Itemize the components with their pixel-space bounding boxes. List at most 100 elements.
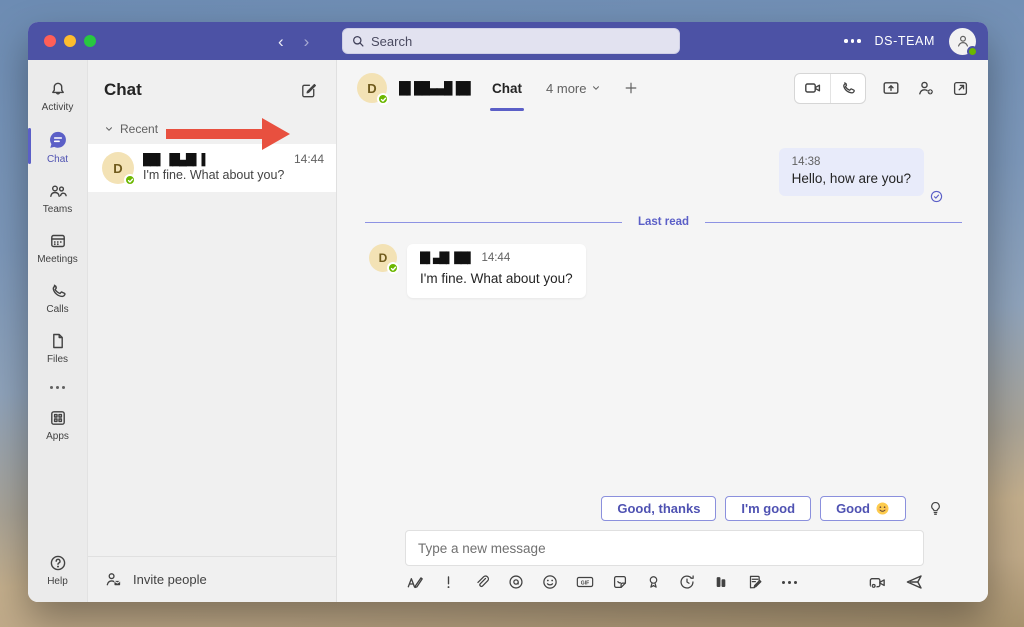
teams-window: ‹ › Search DS-TEAM Activity Chat — [28, 22, 988, 602]
chat-icon — [47, 129, 69, 151]
chat-item-preview: I'm fine. What about you? — [143, 168, 284, 182]
loop-component-button[interactable] — [507, 573, 525, 591]
suggested-reply-button[interactable]: Good — [820, 496, 906, 521]
approvals-button[interactable] — [746, 573, 764, 591]
message-avatar: D — [369, 244, 397, 272]
giphy-button[interactable]: GIF — [575, 573, 595, 591]
chat-item-name: ██▌ ▐█▄█▌ ▌ — [143, 154, 208, 166]
sticker-button[interactable] — [611, 573, 629, 591]
chat-list-item[interactable]: D ██▌ ▐█▄█▌ ▌ 14:44 I'm fine. What about… — [88, 144, 336, 192]
svg-text:GIF: GIF — [581, 581, 589, 587]
chat-list-panel: Chat Recent D ██▌ ▐█▄█▌ ▌ — [88, 60, 337, 602]
invite-people-button[interactable]: Invite people — [88, 556, 336, 602]
message-history: 14:38 Hello, how are you? Last read D — [337, 116, 988, 496]
schedule-send-button[interactable] — [678, 573, 696, 591]
suggested-reply-button[interactable]: Good, thanks — [601, 496, 716, 521]
file-icon — [48, 331, 68, 351]
send-icon — [904, 572, 924, 592]
praise-button[interactable] — [645, 573, 662, 591]
new-chat-button[interactable] — [299, 81, 318, 100]
traffic-lights — [44, 35, 96, 47]
sidebar-item-apps[interactable]: Apps — [28, 401, 87, 451]
viva-app-button[interactable] — [712, 573, 730, 591]
presence-available-icon — [124, 174, 136, 186]
exclamation-icon — [440, 574, 457, 591]
sidebar-item-chat[interactable]: Chat — [28, 122, 87, 174]
importance-button[interactable] — [440, 574, 457, 591]
compose-box — [405, 530, 924, 566]
suggested-reply-button[interactable]: I'm good — [725, 496, 811, 521]
message-input[interactable] — [418, 541, 911, 556]
phone-icon — [48, 281, 68, 301]
share-screen-button[interactable] — [881, 78, 901, 98]
plus-icon — [623, 80, 639, 96]
more-tabs-dropdown[interactable]: 4 more — [546, 81, 600, 96]
share-screen-icon — [881, 78, 901, 98]
lightbulb-icon — [927, 500, 944, 517]
compose-more-button[interactable] — [780, 581, 799, 584]
popout-chat-button[interactable] — [951, 79, 970, 98]
incoming-message-bubble: █▌▄█▌ ██▌ 14:44 I'm fine. What about you… — [407, 244, 586, 298]
last-read-divider: Last read — [365, 216, 962, 228]
audio-call-button[interactable] — [830, 74, 865, 103]
loop-icon — [507, 573, 525, 591]
sidebar-item-help[interactable]: Help — [28, 546, 87, 596]
format-button[interactable] — [405, 573, 424, 592]
search-input[interactable]: Search — [342, 28, 680, 54]
close-window-button[interactable] — [44, 35, 56, 47]
video-call-button[interactable] — [795, 74, 830, 103]
sidebar-item-meetings[interactable]: Meetings — [28, 224, 87, 274]
suggested-replies: Good, thanks I'm good Good — [337, 496, 988, 530]
panel-title: Chat — [104, 80, 142, 100]
conversation-peer-name: █▌██▄▄█▐█▌ — [399, 81, 474, 95]
help-icon — [48, 553, 68, 573]
section-label: Recent — [120, 122, 158, 136]
minimize-window-button[interactable] — [64, 35, 76, 47]
compose-toolbar: GIF — [405, 572, 924, 592]
search-icon — [351, 34, 365, 48]
add-people-button[interactable] — [916, 78, 936, 98]
history-nav: ‹ › — [278, 22, 309, 60]
suggestions-toggle-button[interactable] — [927, 500, 944, 517]
incoming-message: D █▌▄█▌ ██▌ 14:44 I'm fine. What about y… — [369, 244, 586, 298]
tab-chat[interactable]: Chat — [490, 75, 524, 102]
sidebar-item-label: Teams — [43, 204, 72, 215]
emoji-button[interactable] — [541, 573, 559, 591]
maximize-window-button[interactable] — [84, 35, 96, 47]
dark-bars-icon — [712, 573, 730, 591]
conversation-pane: D █▌██▄▄█▐█▌ Chat 4 more — [337, 60, 988, 602]
format-icon — [405, 573, 424, 592]
recent-section-header[interactable]: Recent — [88, 108, 336, 144]
sidebar-item-calls[interactable]: Calls — [28, 274, 87, 324]
smile-emoji — [875, 501, 890, 516]
message-text: Hello, how are you? — [792, 171, 911, 186]
sidebar-item-label: Chat — [47, 154, 68, 165]
message-text: I'm fine. What about you? — [420, 271, 573, 286]
video-clip-button[interactable] — [867, 573, 888, 592]
search-placeholder: Search — [371, 34, 412, 49]
sidebar-item-label: Meetings — [37, 254, 78, 265]
sidebar-item-activity[interactable]: Activity — [28, 72, 87, 122]
popout-icon — [951, 79, 970, 98]
conversation-avatar[interactable]: D — [357, 73, 387, 103]
back-button[interactable]: ‹ — [278, 33, 284, 50]
chat-item-time: 14:44 — [294, 152, 324, 166]
add-tab-button[interactable] — [623, 80, 639, 96]
sidebar-item-teams[interactable]: Teams — [28, 174, 87, 224]
presence-badge — [967, 46, 978, 57]
profile-avatar[interactable] — [949, 28, 976, 55]
sidebar-more-icon[interactable] — [50, 374, 65, 401]
sidebar-item-files[interactable]: Files — [28, 324, 87, 374]
attach-button[interactable] — [473, 573, 491, 591]
team-name: DS-TEAM — [875, 34, 935, 48]
people-icon — [47, 181, 69, 201]
sidebar-item-label: Help — [47, 576, 68, 587]
presence-available-icon — [387, 262, 399, 274]
last-read-label: Last read — [622, 216, 705, 228]
titlebar-more-icon[interactable] — [844, 39, 861, 43]
forward-button[interactable]: › — [304, 33, 310, 50]
title-bar: ‹ › Search DS-TEAM — [28, 22, 988, 60]
gif-icon: GIF — [575, 573, 595, 591]
send-button[interactable] — [904, 572, 924, 592]
video-clip-icon — [867, 573, 888, 592]
